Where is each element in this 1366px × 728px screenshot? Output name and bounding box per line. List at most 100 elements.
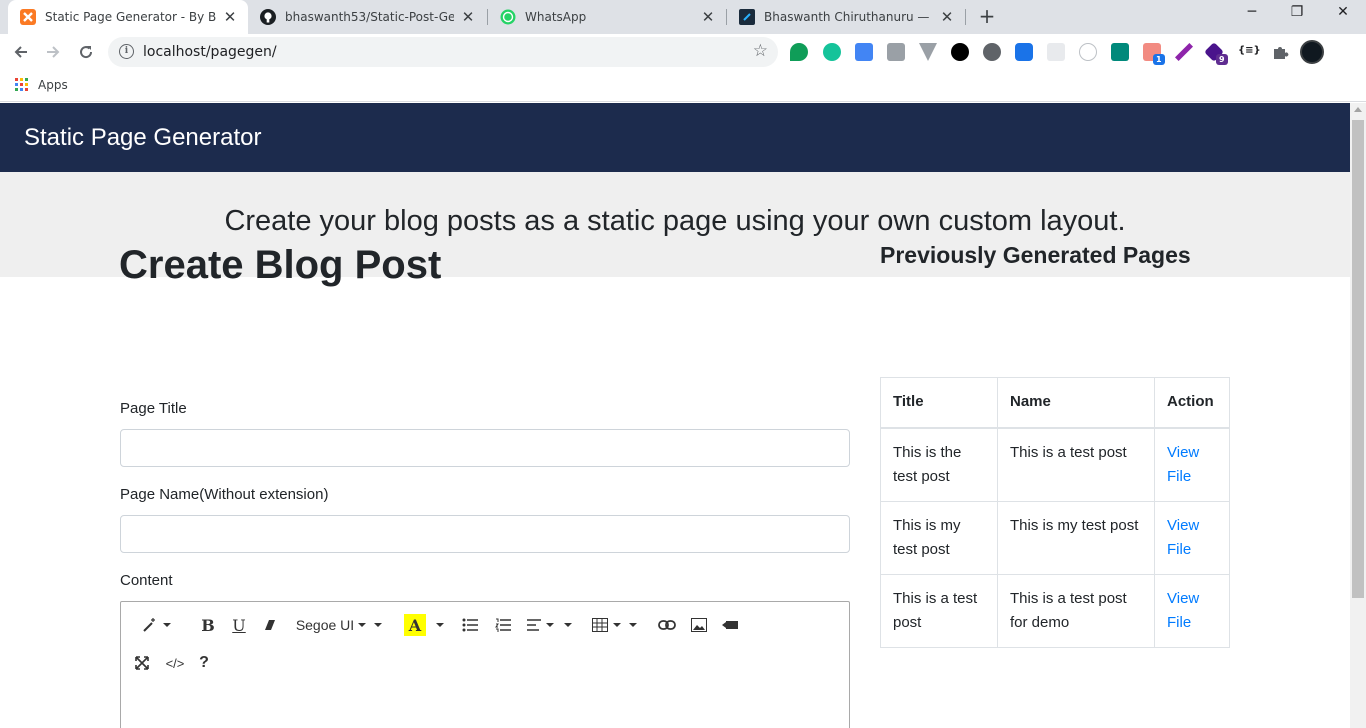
image-button[interactable]: [686, 614, 712, 636]
extension-badge: 1: [1153, 54, 1165, 65]
new-tab-button[interactable]: +: [976, 6, 998, 28]
expand-icon: [135, 656, 149, 670]
video-icon: [722, 621, 738, 629]
table-icon: [591, 618, 608, 632]
puzzle-extensions-icon[interactable]: [1271, 43, 1289, 61]
profile-avatar[interactable]: [1300, 40, 1324, 64]
scroll-up-arrow-icon[interactable]: [1354, 107, 1362, 112]
eraser-button[interactable]: [258, 614, 282, 636]
link-button[interactable]: [654, 614, 680, 636]
close-icon[interactable]: ✕: [700, 8, 716, 26]
vertical-scrollbar[interactable]: [1350, 103, 1366, 728]
pen-extension-icon[interactable]: [1175, 43, 1193, 61]
view-file-link[interactable]: View File: [1167, 517, 1199, 558]
blank-extension-icon[interactable]: [1047, 43, 1065, 61]
underline-button[interactable]: U: [227, 614, 251, 636]
unordered-list-button[interactable]: [457, 614, 483, 636]
xampp-icon: [20, 9, 36, 25]
ordered-list-button[interactable]: [490, 614, 516, 636]
info-icon[interactable]: i: [119, 44, 134, 59]
browser-toolbar: i localhost/pagegen/ ☆ 1 9 {≡}: [0, 34, 1366, 70]
browser-tab-strip: Static Page Generator - By Bhaswanth ✕ b…: [0, 0, 1366, 34]
table-dropdown[interactable]: [589, 614, 639, 636]
style-dropdown[interactable]: [131, 614, 181, 636]
content-editor: B U Segoe UI A </> ?: [120, 601, 850, 728]
eraser-icon: [265, 620, 275, 630]
page-title-label: Page Title: [120, 400, 187, 417]
cell-title: This is my test post: [880, 500, 998, 575]
page-title-input[interactable]: [120, 429, 850, 467]
ruler-extension-icon[interactable]: [855, 43, 873, 61]
tab-freelancer[interactable]: Bhaswanth Chiruthanuru — | Freelancer ✕: [727, 0, 965, 34]
timer-extension-icon[interactable]: [1079, 43, 1097, 61]
tab-static-page-generator[interactable]: Static Page Generator - By Bhaswanth ✕: [8, 0, 248, 34]
fullscreen-button[interactable]: [131, 652, 153, 674]
eye-extension-icon[interactable]: [951, 43, 969, 61]
column-header-name: Name: [997, 377, 1155, 429]
close-icon[interactable]: ✕: [460, 8, 476, 26]
table-row: This is a test post This is a test post …: [880, 573, 1230, 648]
font-name-dropdown[interactable]: Segoe UI: [293, 614, 385, 636]
cell-title: This is the test post: [880, 427, 998, 502]
json-viewer-extension-icon[interactable]: {≡}: [1238, 45, 1261, 63]
column-header-action: Action: [1154, 377, 1230, 429]
page-name-input[interactable]: [120, 515, 850, 553]
maximize-button[interactable]: ❐: [1274, 4, 1320, 28]
close-icon[interactable]: ✕: [939, 8, 955, 26]
freelancer-icon: [739, 9, 755, 25]
vue-devtools-extension-icon[interactable]: [919, 43, 937, 61]
scrollbar-thumb[interactable]: [1352, 120, 1364, 598]
dictionary-extension-icon[interactable]: [1015, 43, 1033, 61]
bookmark-star-icon[interactable]: ☆: [753, 41, 768, 61]
reload-icon: [80, 46, 93, 59]
generated-pages-table: Title Name Action This is the test post …: [880, 377, 1230, 648]
tab-title: WhatsApp: [525, 10, 587, 24]
extension-badge: 9: [1216, 54, 1228, 65]
address-bar[interactable]: i localhost/pagegen/ ☆: [108, 37, 778, 67]
evernote-extension-icon[interactable]: [790, 43, 808, 61]
github-icon: [260, 9, 276, 25]
whatsapp-icon: [500, 9, 516, 25]
table-row: This is the test post This is a test pos…: [880, 427, 1230, 502]
close-window-button[interactable]: ✕: [1320, 4, 1366, 28]
help-button[interactable]: ?: [194, 652, 214, 674]
navbar-brand[interactable]: Static Page Generator: [24, 124, 261, 152]
link-icon: [658, 620, 676, 630]
close-icon[interactable]: ✕: [222, 8, 238, 26]
bookmarks-bar: Apps: [0, 70, 1366, 102]
arrow-left-icon: [14, 46, 27, 58]
url-text[interactable]: localhost/pagegen/: [143, 44, 277, 60]
cell-action: View File: [1154, 573, 1230, 648]
grammarly-extension-icon[interactable]: [823, 43, 841, 61]
table-row: This is my test post This is my test pos…: [880, 500, 1230, 575]
tab-whatsapp[interactable]: WhatsApp ✕: [488, 0, 726, 34]
record-extension-icon[interactable]: [983, 43, 1001, 61]
site-navbar: Static Page Generator: [0, 103, 1350, 172]
view-file-link[interactable]: View File: [1167, 590, 1199, 631]
view-file-link[interactable]: View File: [1167, 444, 1199, 485]
paragraph-align-dropdown[interactable]: [524, 614, 574, 636]
jumbotron-lead: Create your blog posts as a static page …: [224, 205, 1126, 237]
page-name-label: Page Name(Without extension): [120, 486, 329, 503]
cell-name: This is my test post: [997, 500, 1155, 575]
apps-bookmark[interactable]: Apps: [38, 78, 68, 92]
cell-name: This is a test post for demo: [997, 573, 1155, 648]
reload-button[interactable]: [75, 41, 97, 63]
cell-name: This is a test post: [997, 427, 1155, 502]
tab-github[interactable]: bhaswanth53/Static-Post-Generator ✕: [248, 0, 486, 34]
color-dropdown[interactable]: [433, 614, 447, 636]
video-button[interactable]: [717, 614, 743, 636]
highlight-color-button[interactable]: A: [404, 614, 426, 636]
codeview-button[interactable]: </>: [161, 652, 189, 674]
bold-button[interactable]: B: [196, 614, 220, 636]
mail-extension-icon[interactable]: [1111, 43, 1129, 61]
create-blog-post-heading: Create Blog Post: [119, 243, 442, 287]
page-viewport: Static Page Generator Create your blog p…: [0, 103, 1350, 728]
camera-extension-icon[interactable]: [887, 43, 905, 61]
back-button[interactable]: [10, 41, 32, 63]
font-name-label: Segoe UI: [295, 617, 355, 633]
apps-grid-icon[interactable]: [15, 78, 28, 91]
forward-button[interactable]: [42, 41, 64, 63]
content-label: Content: [120, 572, 173, 589]
minimize-button[interactable]: ─: [1229, 4, 1275, 28]
